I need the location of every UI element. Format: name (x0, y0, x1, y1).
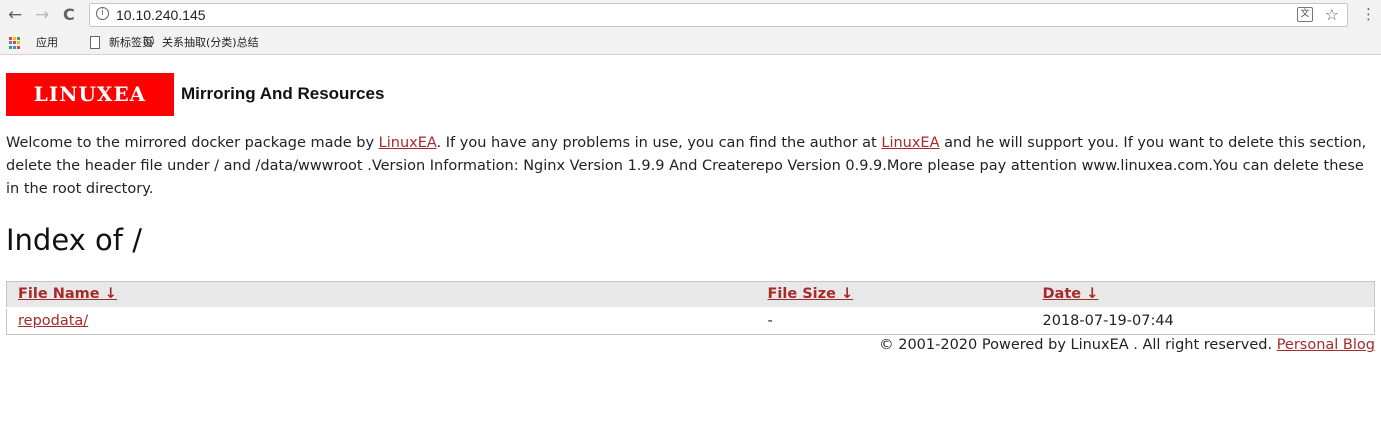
address-bar[interactable]: i 10.10.240.145 文 ☆ (89, 3, 1348, 27)
bookmarks-bar: 应用 新标签页 🐱 关系抽取(分类)总结 (0, 31, 1381, 55)
footer: © 2001-2020 Powered by LinuxEA . All rig… (879, 337, 1375, 353)
info-icon[interactable]: i (96, 7, 109, 20)
file-size-cell: - (767, 313, 773, 330)
sort-down-arrow-icon[interactable]: ↓ (1086, 286, 1098, 302)
github-cat-icon: 🐱 (143, 36, 155, 49)
date-cell: 2018-07-19-07:44 (1042, 313, 1174, 330)
apps-grid-icon[interactable] (9, 37, 21, 49)
sort-down-arrow-icon[interactable]: ↓ (841, 286, 853, 302)
bookmark-star-icon[interactable]: ☆ (1325, 5, 1339, 24)
intro-text-1: Welcome to the mirrored docker package m… (6, 135, 379, 151)
page-icon (90, 36, 100, 49)
linuxea-link[interactable]: LinuxEA (379, 135, 437, 151)
bookmark-apps[interactable]: 应用 (36, 35, 58, 51)
repodata-link[interactable]: repodata/ (18, 313, 88, 329)
site-title: Mirroring And Resources (181, 84, 385, 103)
table-row: repodata/ - 2018-07-19-07:44 (7, 308, 1375, 335)
file-size-header[interactable]: File Size (768, 286, 836, 302)
column-file-name[interactable]: File Name ↓ (6, 281, 757, 308)
browser-menu-icon[interactable]: ⋮ (1361, 5, 1376, 23)
file-name-header[interactable]: File Name (18, 286, 100, 302)
translate-icon[interactable]: 文 (1297, 7, 1313, 22)
intro-paragraph: Welcome to the mirrored docker package m… (6, 132, 1375, 201)
url-text[interactable]: 10.10.240.145 (116, 7, 206, 23)
column-file-size[interactable]: File Size ↓ (756, 281, 1032, 308)
intro-text-2: . If you have any problems in use, you c… (436, 135, 882, 151)
page-title: Index of / (6, 223, 142, 257)
reload-icon[interactable]: C (63, 5, 75, 25)
table-header-row: File Name ↓ File Size ↓ Date ↓ (6, 281, 1375, 308)
bookmark-relation-extraction[interactable]: 关系抽取(分类)总结 (162, 35, 259, 51)
forward-arrow-icon[interactable]: → (35, 5, 49, 25)
linuxea-logo: LINUXEA (6, 73, 174, 116)
column-date[interactable]: Date ↓ (1031, 281, 1375, 308)
footer-text: © 2001-2020 Powered by LinuxEA . All rig… (879, 337, 1277, 353)
date-header[interactable]: Date (1043, 286, 1082, 302)
sort-down-arrow-icon[interactable]: ↓ (105, 286, 117, 302)
file-listing-table: File Name ↓ File Size ↓ Date ↓ repodata/… (6, 281, 1375, 335)
browser-toolbar: ← → C i 10.10.240.145 文 ☆ ⋮ (0, 0, 1381, 31)
personal-blog-link[interactable]: Personal Blog (1277, 337, 1375, 353)
back-arrow-icon[interactable]: ← (8, 5, 22, 25)
author-link[interactable]: LinuxEA (881, 135, 939, 151)
